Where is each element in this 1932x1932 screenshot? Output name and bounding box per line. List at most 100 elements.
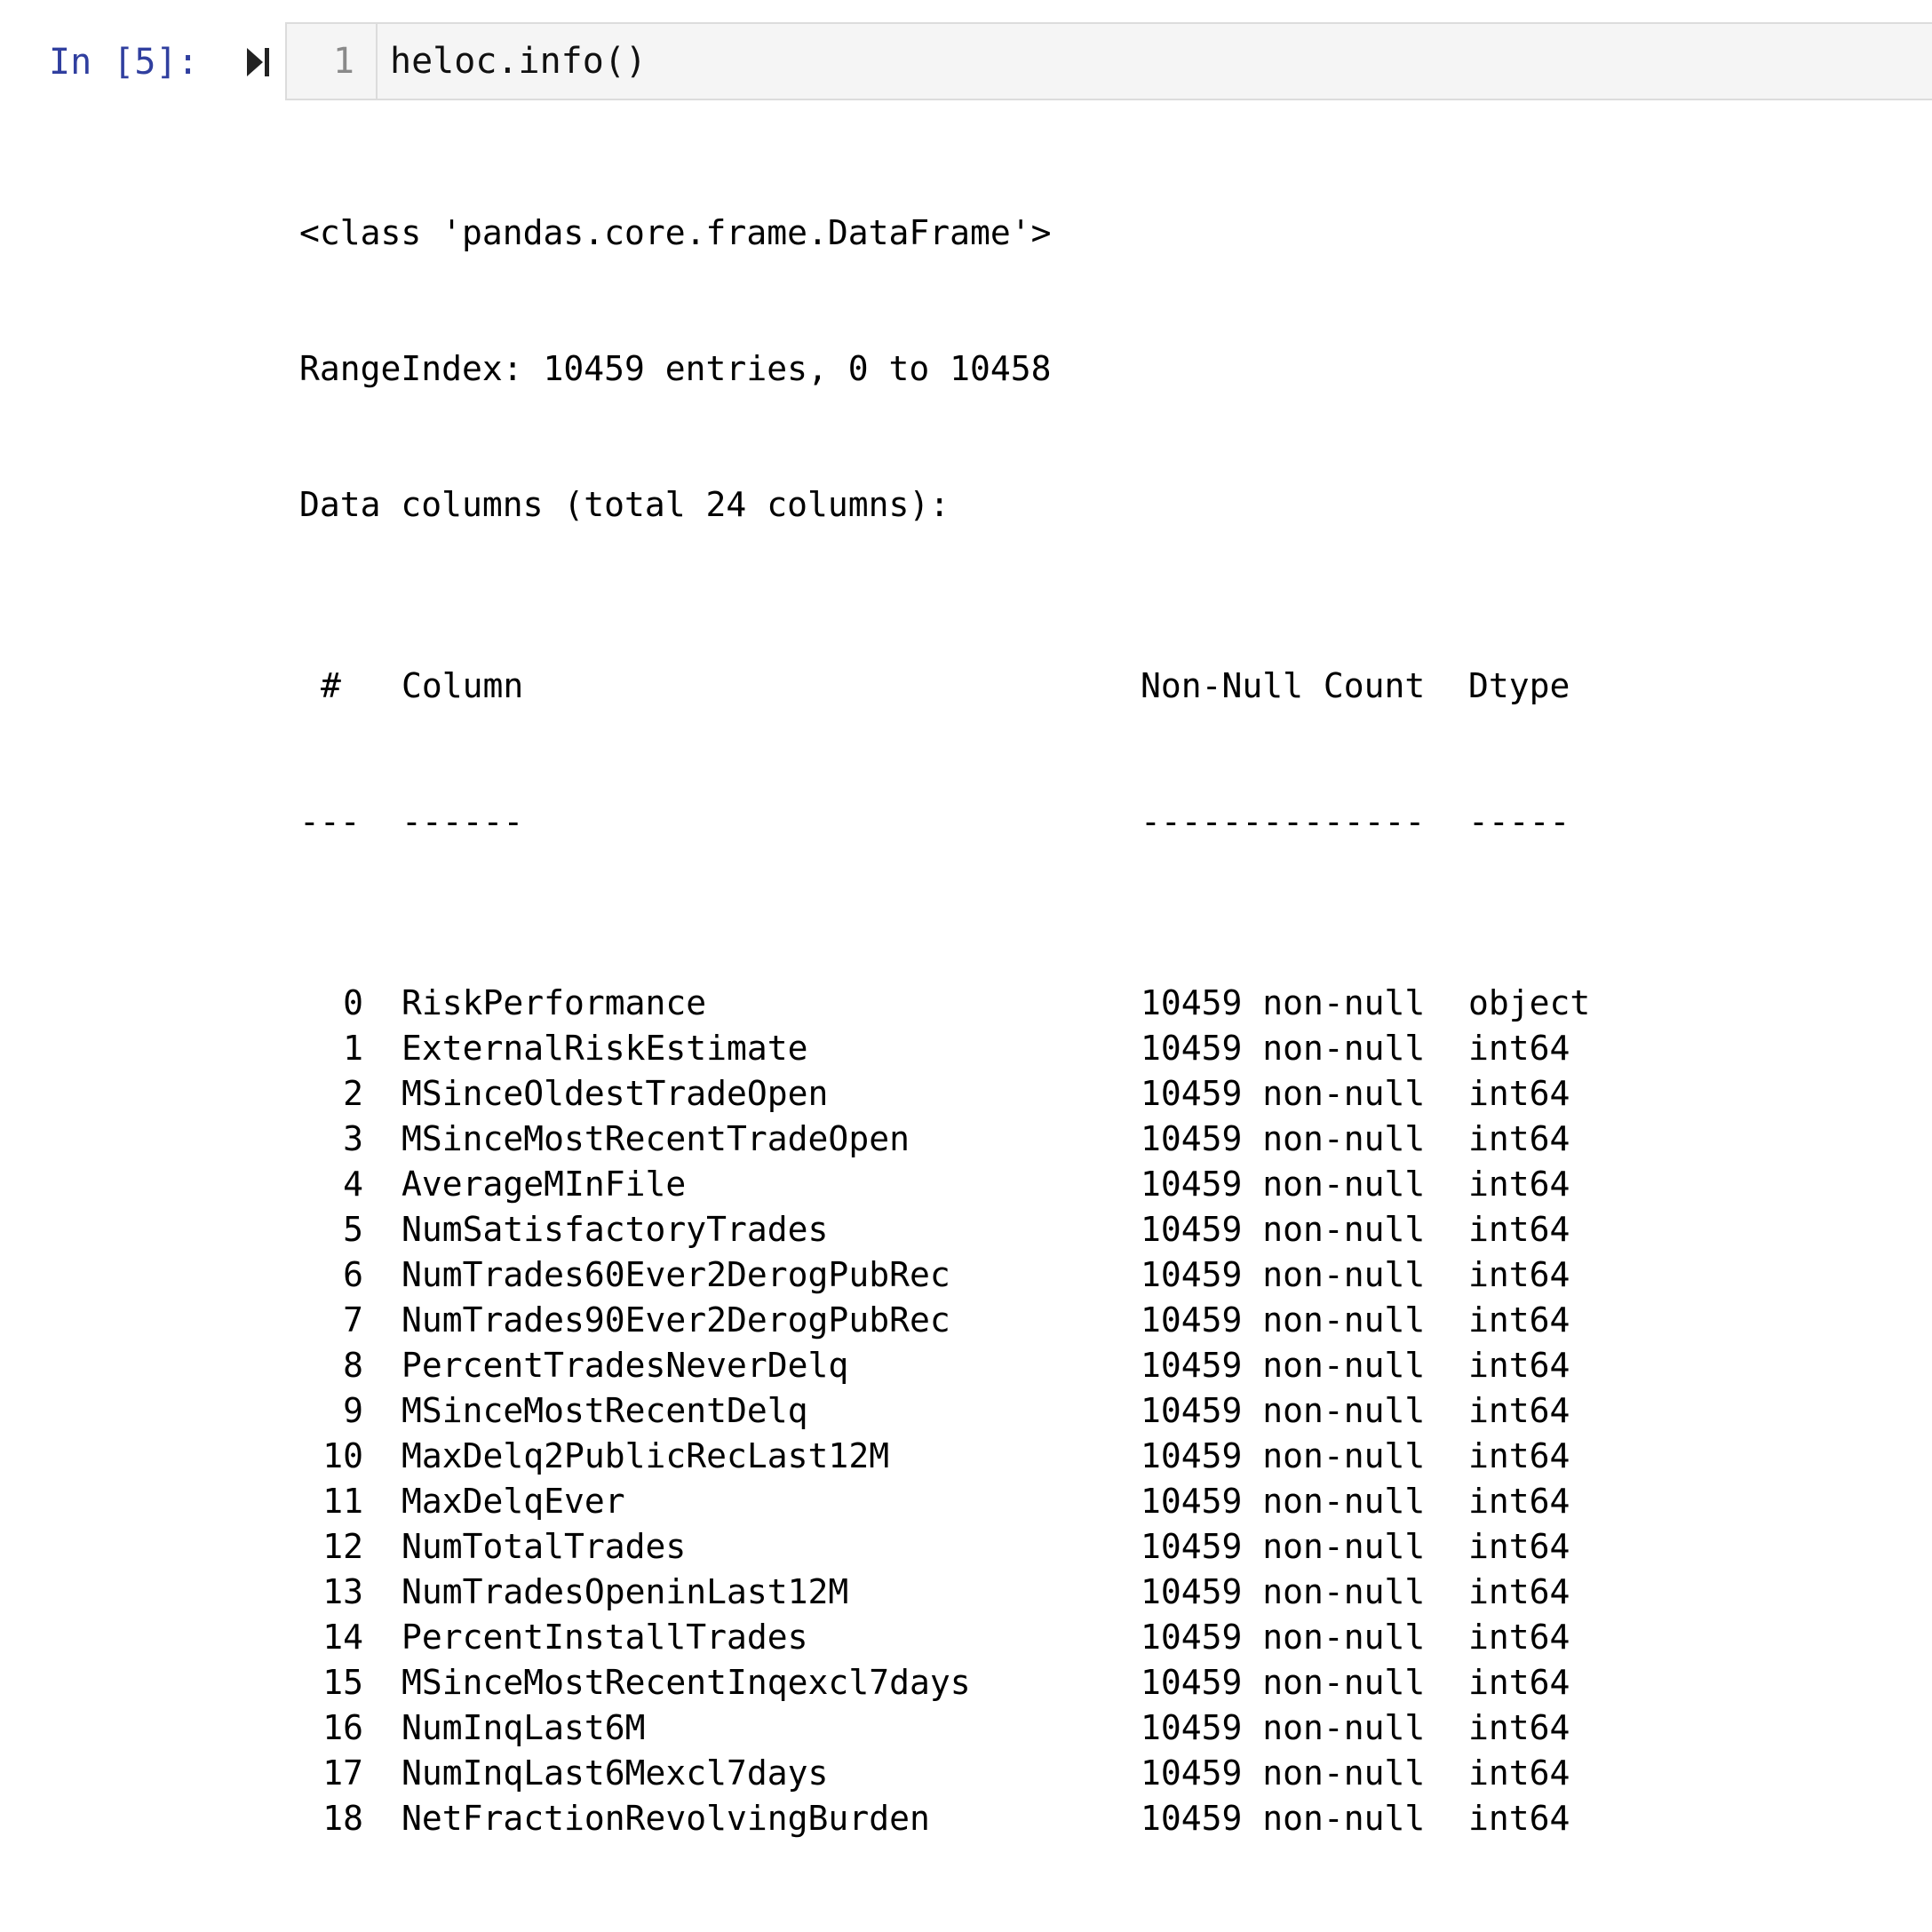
table-row: 2 MSinceOldestTradeOpen 10459 non-null int6… xyxy=(299,1071,1570,1117)
table-row: 17 NumInqLast6Mexcl7days 10459 non-null int… xyxy=(299,1751,1570,1796)
row-dtype: int64 xyxy=(1468,1300,1570,1340)
row-dtype: int64 xyxy=(1468,1119,1570,1158)
output-data-columns: Data columns (total 24 columns): xyxy=(299,485,950,524)
row-column-name: NumSatisfactoryTrades xyxy=(402,1210,829,1249)
row-column-name: AverageMInFile xyxy=(402,1165,687,1204)
row-non-null-count: 10459 non-null xyxy=(1141,1165,1426,1204)
row-column-name: MaxDelqEver xyxy=(402,1482,625,1521)
row-column-name: PercentTradesNeverDelq xyxy=(402,1346,849,1385)
row-dtype: int64 xyxy=(1468,1708,1570,1747)
row-non-null-count: 10459 non-null xyxy=(1141,1391,1426,1430)
row-index: 15 xyxy=(322,1663,363,1702)
row-non-null-count: 10459 non-null xyxy=(1141,1663,1426,1702)
output-class-line: <class 'pandas.core.frame.DataFrame'> xyxy=(299,213,1052,252)
row-column-name: NetFractionRevolvingBurden xyxy=(402,1799,930,1838)
row-non-null-count: 10459 non-null xyxy=(1141,983,1426,1022)
row-index: 16 xyxy=(322,1708,363,1747)
row-non-null-count: 10459 non-null xyxy=(1141,1074,1426,1113)
cell-output: <class 'pandas.core.frame.DataFrame'> Ra… xyxy=(299,120,1590,1932)
code-editor[interactable]: 1 heloc.info() xyxy=(285,22,1932,100)
row-dtype: int64 xyxy=(1468,1074,1570,1113)
row-index: 11 xyxy=(322,1482,363,1521)
row-index: 1 xyxy=(343,1029,363,1068)
row-dtype: int64 xyxy=(1468,1527,1570,1566)
row-column-name: PercentInstallTrades xyxy=(402,1618,808,1657)
row-dtype: int64 xyxy=(1468,1255,1570,1294)
table-row: 4 AverageMInFile 10459 non-null int64 xyxy=(299,1162,1570,1207)
row-non-null-count: 10459 non-null xyxy=(1141,1119,1426,1158)
table-row: 9 MSinceMostRecentDelq 10459 non-null int64 xyxy=(299,1388,1570,1434)
row-index: 14 xyxy=(322,1618,363,1657)
cell-prompt: In [5]: xyxy=(49,42,199,83)
table-row: 15 MSinceMostRecentInqexcl7days 10459 non-… xyxy=(299,1660,1570,1705)
row-non-null-count: 10459 non-null xyxy=(1141,1482,1426,1521)
table-row: 1 ExternalRiskEstimate 10459 non-null int64 xyxy=(299,1026,1570,1071)
row-column-name: NumTrades90Ever2DerogPubRec xyxy=(402,1300,950,1340)
row-column-name: NumInqLast6Mexcl7days xyxy=(402,1753,829,1793)
separator-non-null: -------------- xyxy=(1141,802,1426,841)
row-dtype: int64 xyxy=(1468,1210,1570,1249)
row-dtype: int64 xyxy=(1468,1663,1570,1702)
row-index: 3 xyxy=(343,1119,363,1158)
table-row: 0 RiskPerformance 10459 non-null object xyxy=(299,981,1590,1026)
row-dtype: int64 xyxy=(1468,1753,1570,1793)
row-column-name: ExternalRiskEstimate xyxy=(402,1029,808,1068)
header-idx: # xyxy=(321,666,341,705)
row-non-null-count: 10459 non-null xyxy=(1141,1436,1426,1475)
table-row: 14 PercentInstallTrades 10459 non-null int6… xyxy=(299,1615,1570,1660)
row-dtype: int64 xyxy=(1468,1165,1570,1204)
row-index: 9 xyxy=(343,1391,363,1430)
row-non-null-count: 10459 non-null xyxy=(1141,1572,1426,1611)
row-index: 12 xyxy=(322,1527,363,1566)
table-row: 8 PercentTradesNeverDelq 10459 non-null int… xyxy=(299,1343,1570,1388)
row-dtype: int64 xyxy=(1468,1799,1570,1838)
row-index: 13 xyxy=(322,1572,363,1611)
row-dtype: int64 xyxy=(1468,1029,1570,1068)
row-column-name: NumTrades60Ever2DerogPubRec xyxy=(402,1255,950,1294)
row-dtype: int64 xyxy=(1468,1482,1570,1521)
row-index: 5 xyxy=(343,1210,363,1249)
table-row: 10 MaxDelq2PublicRecLast12M 10459 non-null… xyxy=(299,1434,1570,1479)
row-non-null-count: 10459 non-null xyxy=(1141,1618,1426,1657)
output-header-row: # Column Non-Null Count Dtype xyxy=(299,664,1570,709)
row-dtype: int64 xyxy=(1468,1436,1570,1475)
row-column-name: MSinceMostRecentDelq xyxy=(402,1391,808,1430)
header-column: Column xyxy=(402,666,524,705)
row-column-name: NumTotalTrades xyxy=(402,1527,687,1566)
code-cell: In [5]: 1 heloc.info() <class 'pandas.co… xyxy=(0,0,1932,1838)
output-rows: 0 RiskPerformance 10459 non-null object 1 Ext… xyxy=(299,981,1590,1841)
output-separator-row: --- ------ -------------- ----- xyxy=(299,799,1570,845)
row-non-null-count: 10459 non-null xyxy=(1141,1346,1426,1385)
row-column-name: MSinceOldestTradeOpen xyxy=(402,1074,829,1113)
row-dtype: int64 xyxy=(1468,1346,1570,1385)
table-row: 5 NumSatisfactoryTrades 10459 non-null int6… xyxy=(299,1207,1570,1252)
row-column-name: NumInqLast6M xyxy=(402,1708,646,1747)
row-dtype: int64 xyxy=(1468,1618,1570,1657)
row-non-null-count: 10459 non-null xyxy=(1141,1300,1426,1340)
row-index: 0 xyxy=(343,983,363,1022)
row-index: 2 xyxy=(343,1074,363,1113)
row-index: 17 xyxy=(322,1753,363,1793)
row-non-null-count: 10459 non-null xyxy=(1141,1029,1426,1068)
row-index: 8 xyxy=(343,1346,363,1385)
row-index: 4 xyxy=(343,1165,363,1204)
table-row: 7 NumTrades90Ever2DerogPubRec 10459 non-nu… xyxy=(299,1298,1570,1343)
row-index: 7 xyxy=(343,1300,363,1340)
row-dtype: int64 xyxy=(1468,1391,1570,1430)
output-range-index: RangeIndex: 10459 entries, 0 to 10458 xyxy=(299,349,1052,388)
row-index: 18 xyxy=(322,1799,363,1838)
row-index: 10 xyxy=(322,1436,363,1475)
table-row: 18 NetFractionRevolvingBurden 10459 non-nu… xyxy=(299,1796,1570,1841)
table-row: 16 NumInqLast6M 10459 non-null int64 xyxy=(299,1705,1570,1751)
row-column-name: MSinceMostRecentTradeOpen xyxy=(402,1119,910,1158)
header-dtype: Dtype xyxy=(1468,666,1570,705)
code-line[interactable]: heloc.info() xyxy=(390,24,647,99)
line-number-gutter: 1 xyxy=(287,24,378,99)
table-row: 13 NumTradesOpeninLast12M 10459 non-null in… xyxy=(299,1570,1570,1615)
run-cell-icon[interactable] xyxy=(245,46,272,78)
row-non-null-count: 10459 non-null xyxy=(1141,1210,1426,1249)
separator-column: ------ xyxy=(402,802,524,841)
row-column-name: NumTradesOpeninLast12M xyxy=(402,1572,849,1611)
row-column-name: RiskPerformance xyxy=(402,983,707,1022)
header-non-null: Non-Null Count xyxy=(1141,666,1426,705)
